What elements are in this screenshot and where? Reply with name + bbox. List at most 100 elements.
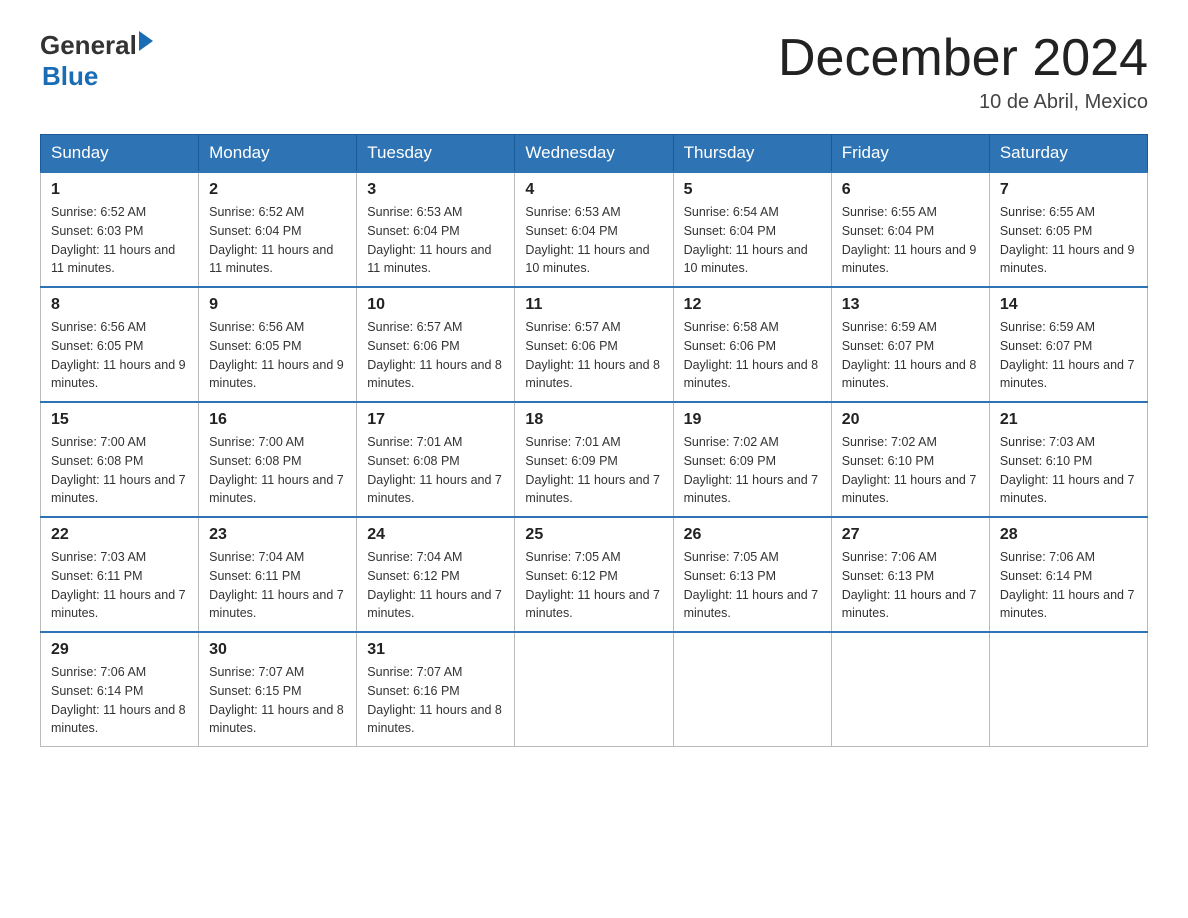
calendar-cell <box>831 632 989 747</box>
calendar-cell: 26 Sunrise: 7:05 AM Sunset: 6:13 PM Dayl… <box>673 517 831 632</box>
day-number: 18 <box>525 411 662 429</box>
logo-arrow-icon <box>139 31 153 51</box>
calendar-cell: 3 Sunrise: 6:53 AM Sunset: 6:04 PM Dayli… <box>357 172 515 287</box>
day-number: 23 <box>209 526 346 544</box>
day-info: Sunrise: 6:56 AM Sunset: 6:05 PM Dayligh… <box>51 318 188 393</box>
day-info: Sunrise: 6:53 AM Sunset: 6:04 PM Dayligh… <box>525 203 662 278</box>
calendar-table: SundayMondayTuesdayWednesdayThursdayFrid… <box>40 134 1148 747</box>
calendar-cell: 21 Sunrise: 7:03 AM Sunset: 6:10 PM Dayl… <box>989 402 1147 517</box>
day-info: Sunrise: 6:55 AM Sunset: 6:05 PM Dayligh… <box>1000 203 1137 278</box>
calendar-cell: 30 Sunrise: 7:07 AM Sunset: 6:15 PM Dayl… <box>199 632 357 747</box>
day-info: Sunrise: 6:53 AM Sunset: 6:04 PM Dayligh… <box>367 203 504 278</box>
calendar-week-2: 8 Sunrise: 6:56 AM Sunset: 6:05 PM Dayli… <box>41 287 1148 402</box>
calendar-cell <box>989 632 1147 747</box>
day-info: Sunrise: 7:05 AM Sunset: 6:12 PM Dayligh… <box>525 548 662 623</box>
day-info: Sunrise: 7:04 AM Sunset: 6:12 PM Dayligh… <box>367 548 504 623</box>
calendar-cell: 29 Sunrise: 7:06 AM Sunset: 6:14 PM Dayl… <box>41 632 199 747</box>
day-number: 19 <box>684 411 821 429</box>
header-right: December 2024 10 de Abril, Mexico <box>778 30 1148 114</box>
day-number: 15 <box>51 411 188 429</box>
day-info: Sunrise: 7:06 AM Sunset: 6:13 PM Dayligh… <box>842 548 979 623</box>
weekday-header-sunday: Sunday <box>41 135 199 173</box>
calendar-cell: 17 Sunrise: 7:01 AM Sunset: 6:08 PM Dayl… <box>357 402 515 517</box>
calendar-cell: 18 Sunrise: 7:01 AM Sunset: 6:09 PM Dayl… <box>515 402 673 517</box>
calendar-week-5: 29 Sunrise: 7:06 AM Sunset: 6:14 PM Dayl… <box>41 632 1148 747</box>
calendar-cell: 16 Sunrise: 7:00 AM Sunset: 6:08 PM Dayl… <box>199 402 357 517</box>
day-number: 25 <box>525 526 662 544</box>
day-info: Sunrise: 7:00 AM Sunset: 6:08 PM Dayligh… <box>209 433 346 508</box>
day-info: Sunrise: 6:57 AM Sunset: 6:06 PM Dayligh… <box>525 318 662 393</box>
day-info: Sunrise: 7:02 AM Sunset: 6:09 PM Dayligh… <box>684 433 821 508</box>
weekday-header-thursday: Thursday <box>673 135 831 173</box>
calendar-cell: 25 Sunrise: 7:05 AM Sunset: 6:12 PM Dayl… <box>515 517 673 632</box>
weekday-header-friday: Friday <box>831 135 989 173</box>
day-info: Sunrise: 6:54 AM Sunset: 6:04 PM Dayligh… <box>684 203 821 278</box>
calendar-cell <box>515 632 673 747</box>
day-number: 28 <box>1000 526 1137 544</box>
day-number: 1 <box>51 181 188 199</box>
day-number: 2 <box>209 181 346 199</box>
day-info: Sunrise: 7:05 AM Sunset: 6:13 PM Dayligh… <box>684 548 821 623</box>
day-info: Sunrise: 6:59 AM Sunset: 6:07 PM Dayligh… <box>842 318 979 393</box>
day-number: 7 <box>1000 181 1137 199</box>
weekday-header-row: SundayMondayTuesdayWednesdayThursdayFrid… <box>41 135 1148 173</box>
page-header: General Blue December 2024 10 de Abril, … <box>40 30 1148 114</box>
day-info: Sunrise: 6:56 AM Sunset: 6:05 PM Dayligh… <box>209 318 346 393</box>
day-info: Sunrise: 7:01 AM Sunset: 6:09 PM Dayligh… <box>525 433 662 508</box>
location-subtitle: 10 de Abril, Mexico <box>778 91 1148 114</box>
day-number: 30 <box>209 641 346 659</box>
day-info: Sunrise: 6:52 AM Sunset: 6:04 PM Dayligh… <box>209 203 346 278</box>
day-info: Sunrise: 6:55 AM Sunset: 6:04 PM Dayligh… <box>842 203 979 278</box>
calendar-cell: 10 Sunrise: 6:57 AM Sunset: 6:06 PM Dayl… <box>357 287 515 402</box>
day-number: 8 <box>51 296 188 314</box>
month-title: December 2024 <box>778 30 1148 87</box>
day-info: Sunrise: 7:03 AM Sunset: 6:11 PM Dayligh… <box>51 548 188 623</box>
day-number: 3 <box>367 181 504 199</box>
day-number: 27 <box>842 526 979 544</box>
logo: General Blue <box>40 30 153 92</box>
weekday-header-saturday: Saturday <box>989 135 1147 173</box>
day-info: Sunrise: 7:06 AM Sunset: 6:14 PM Dayligh… <box>51 663 188 738</box>
calendar-week-4: 22 Sunrise: 7:03 AM Sunset: 6:11 PM Dayl… <box>41 517 1148 632</box>
calendar-cell: 9 Sunrise: 6:56 AM Sunset: 6:05 PM Dayli… <box>199 287 357 402</box>
calendar-cell: 14 Sunrise: 6:59 AM Sunset: 6:07 PM Dayl… <box>989 287 1147 402</box>
calendar-cell: 12 Sunrise: 6:58 AM Sunset: 6:06 PM Dayl… <box>673 287 831 402</box>
day-number: 24 <box>367 526 504 544</box>
calendar-cell: 24 Sunrise: 7:04 AM Sunset: 6:12 PM Dayl… <box>357 517 515 632</box>
weekday-header-monday: Monday <box>199 135 357 173</box>
calendar-cell: 28 Sunrise: 7:06 AM Sunset: 6:14 PM Dayl… <box>989 517 1147 632</box>
day-number: 20 <box>842 411 979 429</box>
calendar-cell: 2 Sunrise: 6:52 AM Sunset: 6:04 PM Dayli… <box>199 172 357 287</box>
logo-general-text: General <box>40 30 137 61</box>
day-number: 14 <box>1000 296 1137 314</box>
day-number: 12 <box>684 296 821 314</box>
calendar-week-1: 1 Sunrise: 6:52 AM Sunset: 6:03 PM Dayli… <box>41 172 1148 287</box>
day-number: 21 <box>1000 411 1137 429</box>
day-number: 11 <box>525 296 662 314</box>
day-info: Sunrise: 7:04 AM Sunset: 6:11 PM Dayligh… <box>209 548 346 623</box>
day-info: Sunrise: 7:07 AM Sunset: 6:15 PM Dayligh… <box>209 663 346 738</box>
day-number: 16 <box>209 411 346 429</box>
calendar-cell: 31 Sunrise: 7:07 AM Sunset: 6:16 PM Dayl… <box>357 632 515 747</box>
logo-blue-text: Blue <box>42 61 98 92</box>
day-info: Sunrise: 7:00 AM Sunset: 6:08 PM Dayligh… <box>51 433 188 508</box>
day-number: 10 <box>367 296 504 314</box>
day-number: 26 <box>684 526 821 544</box>
day-info: Sunrise: 7:07 AM Sunset: 6:16 PM Dayligh… <box>367 663 504 738</box>
day-info: Sunrise: 6:52 AM Sunset: 6:03 PM Dayligh… <box>51 203 188 278</box>
day-number: 13 <box>842 296 979 314</box>
calendar-cell: 15 Sunrise: 7:00 AM Sunset: 6:08 PM Dayl… <box>41 402 199 517</box>
day-number: 31 <box>367 641 504 659</box>
calendar-cell: 20 Sunrise: 7:02 AM Sunset: 6:10 PM Dayl… <box>831 402 989 517</box>
calendar-cell: 4 Sunrise: 6:53 AM Sunset: 6:04 PM Dayli… <box>515 172 673 287</box>
day-info: Sunrise: 7:06 AM Sunset: 6:14 PM Dayligh… <box>1000 548 1137 623</box>
day-number: 29 <box>51 641 188 659</box>
day-number: 5 <box>684 181 821 199</box>
day-number: 6 <box>842 181 979 199</box>
day-info: Sunrise: 7:02 AM Sunset: 6:10 PM Dayligh… <box>842 433 979 508</box>
calendar-cell: 27 Sunrise: 7:06 AM Sunset: 6:13 PM Dayl… <box>831 517 989 632</box>
calendar-cell: 22 Sunrise: 7:03 AM Sunset: 6:11 PM Dayl… <box>41 517 199 632</box>
calendar-week-3: 15 Sunrise: 7:00 AM Sunset: 6:08 PM Dayl… <box>41 402 1148 517</box>
day-info: Sunrise: 6:59 AM Sunset: 6:07 PM Dayligh… <box>1000 318 1137 393</box>
day-number: 22 <box>51 526 188 544</box>
